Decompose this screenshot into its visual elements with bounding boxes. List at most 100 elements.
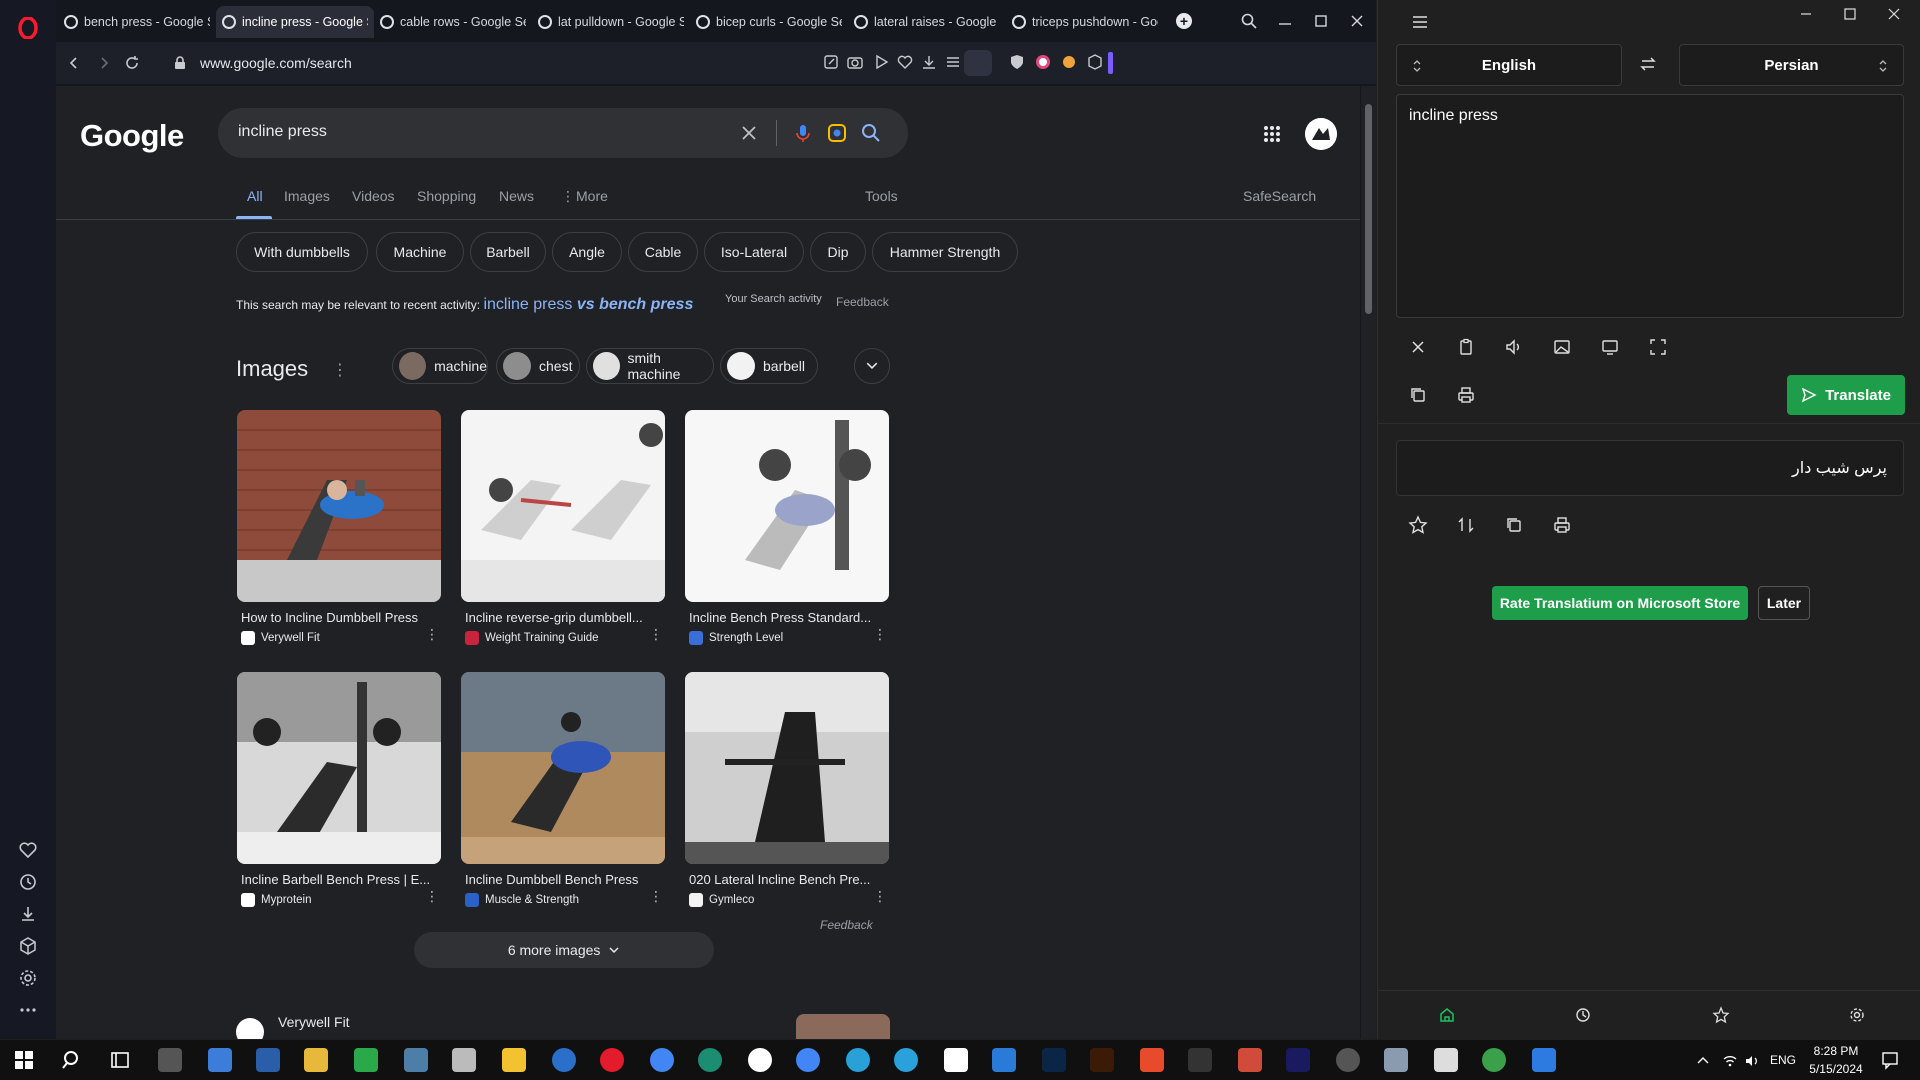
play-icon[interactable]: [872, 53, 890, 71]
result-caption[interactable]: Incline Dumbbell Bench Press: [461, 872, 665, 887]
file-explorer-icon[interactable]: [304, 1048, 328, 1072]
image-chip-smith-machine[interactable]: smith machine: [586, 348, 714, 384]
tools-button[interactable]: Tools: [865, 188, 898, 204]
copy-icon[interactable]: [1408, 385, 1428, 405]
chip-hammer-strength[interactable]: Hammer Strength: [872, 232, 1018, 272]
later-button[interactable]: Later: [1758, 586, 1810, 620]
new-tab-plus-icon[interactable]: +: [1176, 13, 1192, 29]
app-icon[interactable]: [944, 1048, 968, 1072]
tab-search-icon[interactable]: [1240, 12, 1258, 30]
result-site-name[interactable]: Verywell Fit: [278, 1014, 350, 1030]
app-icon[interactable]: [208, 1048, 232, 1072]
app-icon[interactable]: [256, 1048, 280, 1072]
tab-triceps-pushdown[interactable]: triceps pushdown - Goo: [1006, 6, 1164, 38]
app-icon[interactable]: [354, 1048, 378, 1072]
translatium-taskbar-icon[interactable]: [1532, 1048, 1556, 1072]
premiere-icon[interactable]: [1286, 1048, 1310, 1072]
edit-icon[interactable]: [822, 53, 840, 71]
scrollbar-thumb[interactable]: [1365, 104, 1372, 314]
image-result-card[interactable]: 020 Lateral Incline Bench Pre... Gymleco…: [685, 672, 889, 907]
images-menu-dots-icon[interactable]: ⋮: [332, 360, 348, 380]
tab-incline-press[interactable]: incline press - Google Sea: [216, 6, 374, 38]
result-menu-dots-icon[interactable]: ⋮: [873, 888, 887, 905]
feedback-link[interactable]: Feedback: [836, 295, 889, 309]
search-input[interactable]: incline press: [238, 123, 327, 141]
recent-query-link[interactable]: incline press vs bench press: [483, 296, 693, 313]
chevron-up-icon[interactable]: [1696, 1054, 1710, 1068]
image-result-card[interactable]: How to Incline Dumbbell Press Verywell F…: [237, 410, 441, 645]
translate-button[interactable]: Translate: [1787, 375, 1905, 415]
result-caption[interactable]: Incline Barbell Bench Press | E...: [237, 872, 441, 887]
tab-bench-press[interactable]: bench press - Google Se: [58, 6, 216, 38]
shield-extension-icon[interactable]: [1008, 53, 1026, 71]
result-image[interactable]: [685, 672, 889, 864]
back-arrow-icon[interactable]: [64, 53, 84, 73]
result-source[interactable]: Weight Training Guide: [461, 631, 665, 645]
clipboard-icon[interactable]: [1456, 337, 1476, 357]
recent-query-bold[interactable]: vs bench press: [577, 296, 694, 313]
app-icon[interactable]: [748, 1048, 772, 1072]
google-logo[interactable]: Google: [80, 118, 184, 154]
tab-lateral-raises[interactable]: lateral raises - Google S: [848, 6, 1006, 38]
image-chip-chest[interactable]: chest: [496, 348, 580, 384]
result-caption[interactable]: 020 Lateral Incline Bench Pre...: [685, 872, 889, 887]
search-activity-link[interactable]: Your Search activity: [725, 293, 822, 305]
result-image[interactable]: [461, 672, 665, 864]
lens-camera-icon[interactable]: [826, 122, 848, 144]
google-apps-grid-icon[interactable]: [1262, 124, 1282, 144]
tab-news[interactable]: News: [499, 188, 534, 204]
reload-icon[interactable]: [122, 53, 142, 73]
opera-logo-icon[interactable]: [17, 17, 39, 39]
home-icon[interactable]: [1438, 1006, 1456, 1024]
wifi-icon[interactable]: [1722, 1053, 1738, 1069]
task-view-icon[interactable]: [108, 1048, 132, 1072]
result-source[interactable]: Muscle & Strength: [461, 893, 665, 907]
orange-extension-icon[interactable]: [1060, 53, 1078, 71]
tab-images[interactable]: Images: [284, 188, 330, 204]
app-icon[interactable]: [1238, 1048, 1262, 1072]
result-source[interactable]: Gymleco: [685, 893, 889, 907]
chrome-icon[interactable]: [650, 1048, 674, 1072]
result-source[interactable]: Myprotein: [237, 893, 441, 907]
clear-x-icon[interactable]: [738, 122, 760, 144]
notifications-icon[interactable]: [1880, 1050, 1900, 1070]
safesearch-button[interactable]: SafeSearch: [1243, 188, 1316, 204]
star-icon[interactable]: [1712, 1006, 1730, 1024]
clock-time[interactable]: 8:28 PM: [1806, 1044, 1866, 1058]
chrome-icon[interactable]: [796, 1048, 820, 1072]
tab-shopping[interactable]: Shopping: [417, 188, 476, 204]
forward-arrow-icon[interactable]: [94, 53, 114, 73]
chip-angle[interactable]: Angle: [552, 232, 622, 272]
print-icon[interactable]: [1552, 515, 1572, 535]
more-dots-icon[interactable]: ⋮: [561, 188, 575, 205]
result-image[interactable]: [685, 410, 889, 602]
result-image[interactable]: [461, 410, 665, 602]
app-icon[interactable]: [452, 1048, 476, 1072]
telegram-icon[interactable]: [894, 1048, 918, 1072]
minimize-icon[interactable]: [1796, 4, 1816, 24]
result-menu-dots-icon[interactable]: ⋮: [649, 626, 663, 643]
app-icon[interactable]: [552, 1048, 576, 1072]
app-icon[interactable]: [1434, 1048, 1458, 1072]
download-icon[interactable]: [920, 53, 938, 71]
rate-app-button[interactable]: Rate Translatium on Microsoft Store: [1492, 586, 1748, 620]
star-icon[interactable]: [1408, 515, 1428, 535]
photoshop-icon[interactable]: [1042, 1048, 1066, 1072]
illustrator-icon[interactable]: [1090, 1048, 1114, 1072]
result-menu-dots-icon[interactable]: ⋮: [425, 888, 439, 905]
search-icon[interactable]: [860, 122, 882, 144]
settings-gear-icon[interactable]: [1848, 1006, 1866, 1024]
tab-videos[interactable]: Videos: [352, 188, 395, 204]
tab-more[interactable]: More: [576, 188, 608, 204]
heart-icon[interactable]: [18, 840, 38, 860]
color-extension-icon[interactable]: [1034, 53, 1052, 71]
close-icon[interactable]: [1348, 12, 1366, 30]
search-icon[interactable]: [60, 1048, 84, 1072]
image-result-card[interactable]: Incline Barbell Bench Press | E... Mypro…: [237, 672, 441, 907]
chip-dip[interactable]: Dip: [810, 232, 866, 272]
clear-x-icon[interactable]: [1408, 337, 1428, 357]
microphone-icon[interactable]: [792, 122, 814, 144]
translation-input[interactable]: incline press: [1409, 107, 1498, 125]
settings-app-icon[interactable]: [158, 1048, 182, 1072]
cube-extension-icon[interactable]: [1086, 53, 1104, 71]
